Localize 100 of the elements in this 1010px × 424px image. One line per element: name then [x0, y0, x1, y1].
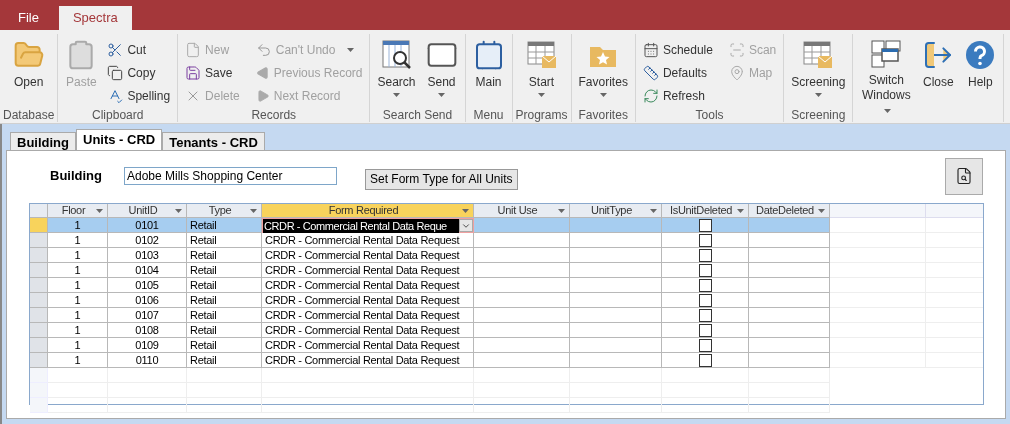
form-tab[interactable]: Building [10, 132, 76, 150]
caret-icon [599, 93, 607, 97]
row-selector[interactable] [30, 278, 48, 293]
checkbox[interactable] [698, 323, 712, 337]
column-header[interactable]: UnitType [570, 204, 662, 218]
ribbon-button[interactable]: Spelling [103, 84, 175, 108]
preview-button[interactable] [945, 157, 983, 195]
ribbon-button[interactable]: Cut [103, 38, 175, 61]
scanner-icon [728, 41, 745, 58]
checkbox[interactable] [698, 338, 712, 352]
caret-icon [650, 209, 657, 213]
caret-icon [462, 209, 469, 213]
row-selector[interactable] [30, 218, 48, 233]
caret-icon [558, 209, 565, 213]
set-form-type-button[interactable]: Set Form Type for All Units [365, 168, 518, 190]
row-selector[interactable] [30, 353, 48, 368]
table-cell: CRDR - Commercial Rental Data Request [262, 293, 474, 308]
table-cell: 0102 [108, 233, 187, 248]
checkbox[interactable] [698, 263, 712, 277]
checkbox[interactable] [698, 278, 712, 292]
map-pin-icon [728, 64, 745, 81]
ribbon-button[interactable]: Schedule [638, 38, 717, 61]
previous-icon [255, 65, 270, 80]
row-selector[interactable] [30, 263, 48, 278]
ribbon-button[interactable]: Switch Windows [856, 34, 917, 108]
column-header[interactable]: IsUnitDeleted [662, 204, 749, 218]
column-header[interactable]: Form Required [262, 204, 474, 218]
table-cell: CRDR - Commercial Rental Data Request [262, 248, 474, 263]
calendar-icon [642, 41, 659, 58]
table-cell: 1 [48, 218, 108, 233]
row-selector[interactable] [30, 293, 48, 308]
group-label: Database [3, 108, 55, 122]
table-cell: 0104 [108, 263, 187, 278]
ribbon-tab[interactable]: File [4, 6, 53, 30]
table-cell: 0110 [108, 353, 187, 368]
ribbon-button[interactable]: Search [373, 34, 420, 108]
row-selector[interactable] [30, 248, 48, 263]
ribbon-button[interactable]: Save [181, 61, 244, 85]
column-header[interactable]: DateDeleted [749, 204, 830, 218]
column-header[interactable]: Type [187, 204, 262, 218]
ribbon-button[interactable]: Open [8, 34, 49, 108]
table-cell [48, 368, 108, 383]
column-header[interactable]: Floor [48, 204, 108, 218]
row-selector[interactable] [30, 233, 48, 248]
building-label: Building [50, 167, 103, 186]
table-cell: 1 [48, 248, 108, 263]
checkbox[interactable] [698, 218, 712, 232]
row-selector[interactable] [30, 308, 48, 323]
caret-icon [814, 93, 822, 97]
caret-icon [96, 209, 103, 213]
table-cell: Retail [187, 353, 262, 368]
next-icon [255, 89, 270, 104]
checkbox[interactable] [698, 293, 712, 307]
ribbon-tab[interactable]: Spectra [58, 6, 132, 30]
table-cell: Retail [187, 278, 262, 293]
ribbon-button[interactable]: Send [421, 34, 462, 108]
table-cell: CRDR - Commercial Rental Data Request [262, 278, 474, 293]
ribbon-button[interactable]: Refresh [638, 84, 717, 108]
caret-icon [818, 209, 825, 213]
table-search-icon [380, 39, 413, 71]
ribbon-button[interactable]: Start [521, 34, 562, 108]
table-cell [48, 398, 108, 413]
scissors-icon [107, 41, 124, 58]
group-label: Search Send [382, 108, 453, 122]
table-cell: CRDR - Commercial Rental Data Request [262, 308, 474, 323]
group-label: Tools [695, 108, 724, 122]
column-header[interactable]: Unit Use [474, 204, 570, 218]
checkbox[interactable] [698, 248, 712, 262]
checkbox[interactable] [698, 233, 712, 247]
caret-icon [347, 47, 355, 52]
ribbon-button[interactable]: Copy [103, 61, 175, 85]
table-cell: 1 [48, 323, 108, 338]
ribbon-button[interactable]: Help [960, 34, 1001, 108]
checkbox[interactable] [698, 353, 712, 367]
table-cell: CRDR - Commercial Rental Data Request [262, 323, 474, 338]
form-tab[interactable]: Tenants - CRD [162, 132, 265, 150]
table-cell: 1 [48, 353, 108, 368]
ribbon-button[interactable]: Main [468, 34, 509, 108]
checkbox[interactable] [698, 308, 712, 322]
ribbon-button[interactable]: Defaults [638, 61, 717, 85]
building-field[interactable]: Adobe Mills Shopping Center [124, 167, 337, 185]
table-cell: Retail [187, 323, 262, 338]
refresh-icon [642, 88, 659, 105]
table-cell: Retail [187, 338, 262, 353]
table-cell: Retail [187, 218, 262, 233]
row-selector[interactable] [30, 338, 48, 353]
row-selector[interactable] [30, 323, 48, 338]
caret-icon [438, 93, 445, 97]
column-header[interactable]: UnitID [108, 204, 187, 218]
ribbon-button[interactable]: Favorites [574, 34, 632, 108]
select-all-corner[interactable] [30, 204, 48, 218]
spellcheck-icon [107, 88, 124, 105]
table-cell: Retail [187, 233, 262, 248]
ribbon-button[interactable]: Close [918, 34, 959, 108]
group-label: Programs [515, 108, 568, 122]
table-cell: CRDR - Commercial Rental Data Request [262, 338, 474, 353]
undo-icon [255, 41, 272, 58]
table-cell: 1 [48, 263, 108, 278]
form-tab[interactable]: Units - CRD [76, 129, 163, 150]
ribbon-button[interactable]: Screening [787, 34, 850, 108]
